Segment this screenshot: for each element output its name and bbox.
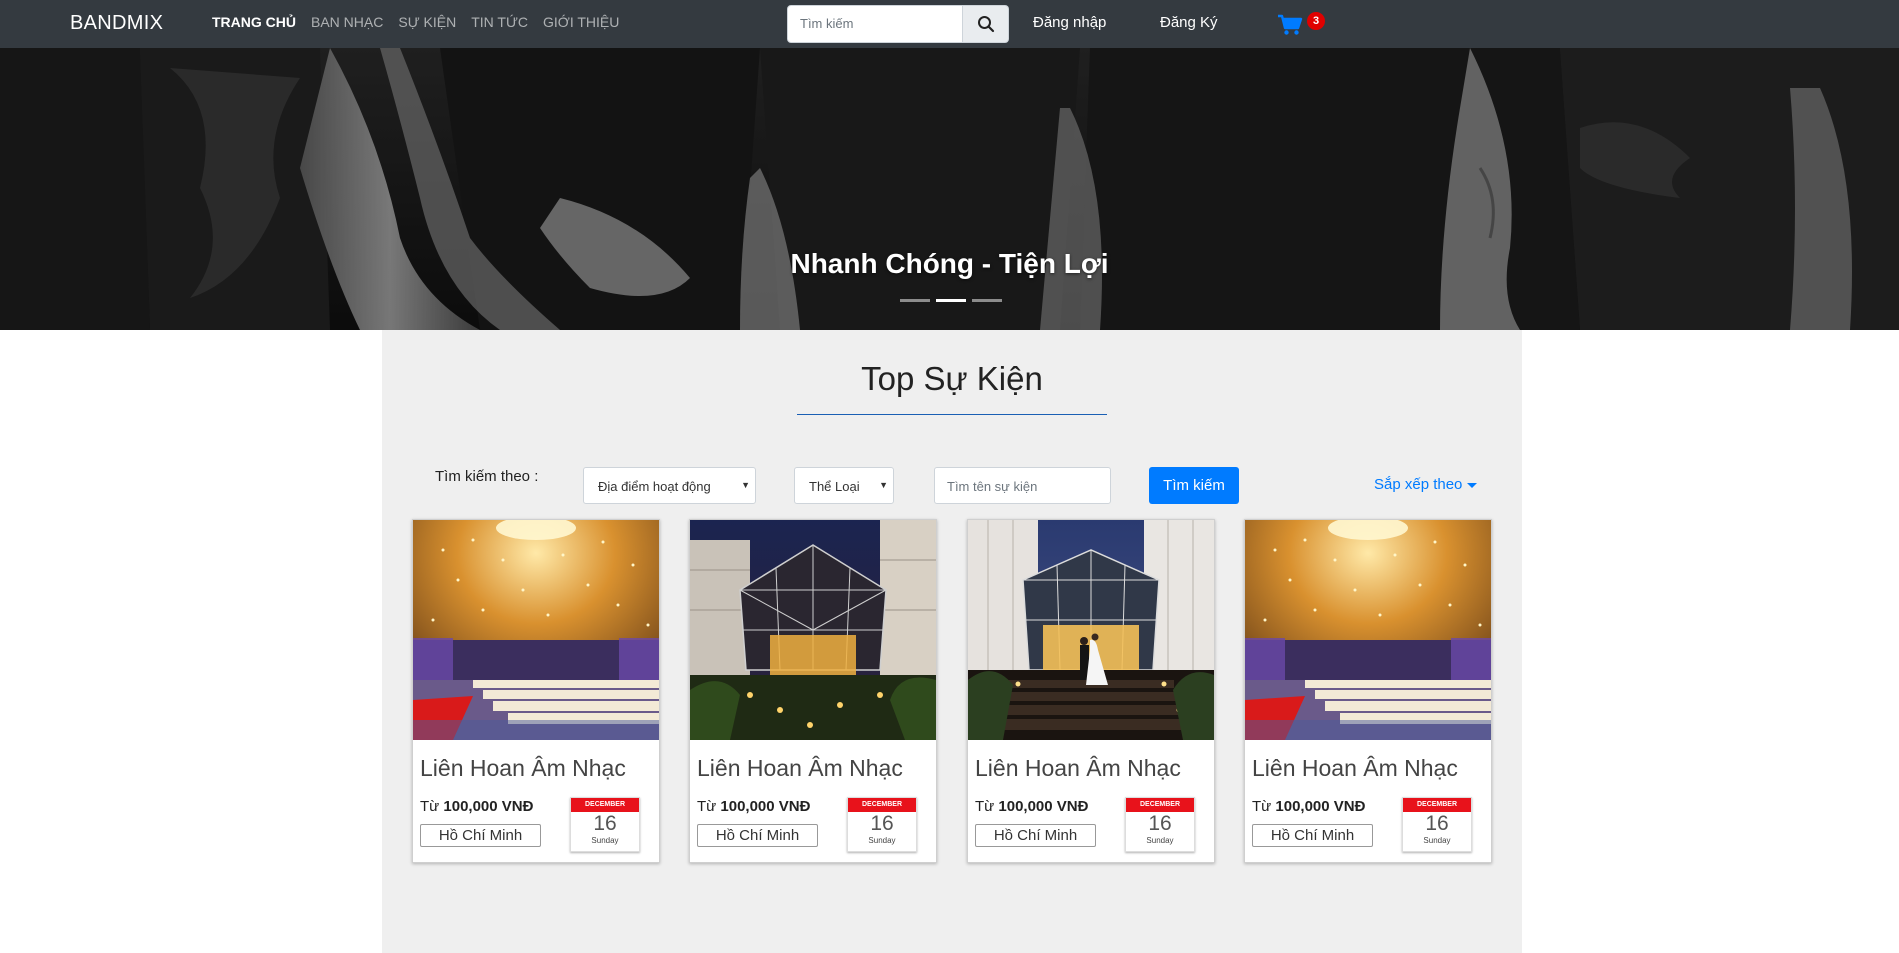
price-prefix: Từ <box>975 798 995 815</box>
event-price: Từ 100,000 VNĐ <box>697 798 810 815</box>
nav-link-home[interactable]: TRANG CHỦ <box>212 14 296 30</box>
event-location-badge: Hồ Chí Minh <box>1252 824 1373 847</box>
calendar-day: 16 <box>1148 812 1172 835</box>
cart-count-badge: 3 <box>1307 12 1325 30</box>
event-date-calendar: DECEMBER 16 Sunday <box>847 797 917 852</box>
calendar-day: 16 <box>1425 812 1449 835</box>
cart-button[interactable]: 3 <box>1277 10 1327 38</box>
calendar-month: DECEMBER <box>1403 798 1471 812</box>
event-title[interactable]: Liên Hoan Âm Nhạc <box>1252 755 1458 782</box>
calendar-month: DECEMBER <box>848 798 916 812</box>
search-icon <box>977 16 994 33</box>
price-prefix: Từ <box>1252 798 1272 815</box>
nav-link-bands[interactable]: BAN NHẠC <box>311 14 383 30</box>
event-location-badge: Hồ Chí Minh <box>975 824 1096 847</box>
calendar-month: DECEMBER <box>1126 798 1194 812</box>
sort-label: Sắp xếp theo <box>1374 476 1463 493</box>
carousel-indicator[interactable] <box>972 299 1002 302</box>
title-underline <box>797 414 1107 415</box>
calendar-weekday: Sunday <box>591 836 619 845</box>
filter-label: Tìm kiếm theo : <box>435 468 539 485</box>
event-card[interactable]: Liên Hoan Âm Nhạc Từ 100,000 VNĐ Hồ Chí … <box>1244 519 1492 863</box>
register-link[interactable]: Đăng Ký <box>1160 14 1218 31</box>
nav-search: Tìm kiếm <box>787 5 1009 43</box>
event-image-glass-entrance <box>968 520 1214 740</box>
price-prefix: Từ <box>420 798 440 815</box>
calendar-weekday: Sunday <box>1146 836 1174 845</box>
calendar-day: 16 <box>870 812 894 835</box>
hero-carousel: Nhanh Chóng - Tiện Lợi <box>0 48 1899 330</box>
calendar-month: DECEMBER <box>571 798 639 812</box>
event-image-ballroom <box>1245 520 1491 740</box>
location-select[interactable]: Địa điểm hoạt động ▼ <box>583 467 756 504</box>
hero-caption: Nhanh Chóng - Tiện Lợi <box>790 248 1109 279</box>
price-value: 100,000 VNĐ <box>720 798 811 815</box>
carousel-indicator-active[interactable] <box>936 299 966 302</box>
section-title: Top Sự Kiện <box>861 360 1043 397</box>
price-value: 100,000 VNĐ <box>443 798 534 815</box>
carousel-indicators <box>900 299 1002 302</box>
event-location-badge: Hồ Chí Minh <box>420 824 541 847</box>
calendar-weekday: Sunday <box>868 836 896 845</box>
event-image-ballroom <box>413 520 659 740</box>
nav-links: TRANG CHỦ BAN NHẠC SỰ KIỆN TIN TỨC GIỚI … <box>212 14 619 30</box>
event-card[interactable]: Liên Hoan Âm Nhạc Từ 100,000 VNĐ Hồ Chí … <box>689 519 937 863</box>
event-price: Từ 100,000 VNĐ <box>975 798 1088 815</box>
caret-down-icon: ▼ <box>879 480 888 490</box>
hero-band-image <box>0 48 1899 330</box>
shopping-cart-icon <box>1278 14 1303 35</box>
search-input[interactable]: Tìm kiếm <box>787 5 963 43</box>
calendar-day: 16 <box>593 812 617 835</box>
event-title[interactable]: Liên Hoan Âm Nhạc <box>697 755 903 782</box>
caret-down-icon <box>1467 482 1478 488</box>
nav-link-news[interactable]: TIN TỨC <box>471 14 528 30</box>
event-location-badge: Hồ Chí Minh <box>697 824 818 847</box>
event-price: Từ 100,000 VNĐ <box>420 798 533 815</box>
search-button[interactable] <box>963 5 1009 43</box>
nav-link-about[interactable]: GIỚI THIỆU <box>543 14 619 30</box>
event-image-glass-pavilion <box>690 520 936 740</box>
genre-select-value: Thể Loại <box>809 479 860 494</box>
caret-down-icon: ▼ <box>741 480 750 490</box>
login-link[interactable]: Đăng nhập <box>1033 14 1106 31</box>
location-select-value: Địa điểm hoạt động <box>598 479 711 494</box>
navbar: BANDMIX TRANG CHỦ BAN NHẠC SỰ KIỆN TIN T… <box>0 0 1899 48</box>
price-prefix: Từ <box>697 798 717 815</box>
event-date-calendar: DECEMBER 16 Sunday <box>1402 797 1472 852</box>
top-events-section: Top Sự Kiện Tìm kiếm theo : Địa điểm hoạ… <box>382 330 1522 953</box>
event-name-input[interactable]: Tìm tên sự kiện <box>934 467 1111 504</box>
event-price: Từ 100,000 VNĐ <box>1252 798 1365 815</box>
price-value: 100,000 VNĐ <box>998 798 1089 815</box>
calendar-weekday: Sunday <box>1423 836 1451 845</box>
nav-link-events[interactable]: SỰ KIỆN <box>398 14 456 30</box>
brand-logo[interactable]: BANDMIX <box>70 12 163 35</box>
event-title[interactable]: Liên Hoan Âm Nhạc <box>420 755 626 782</box>
event-title[interactable]: Liên Hoan Âm Nhạc <box>975 755 1181 782</box>
event-card[interactable]: Liên Hoan Âm Nhạc Từ 100,000 VNĐ Hồ Chí … <box>412 519 660 863</box>
genre-select[interactable]: Thể Loại ▼ <box>794 467 894 504</box>
sort-dropdown[interactable]: Sắp xếp theo <box>1374 476 1478 493</box>
event-date-calendar: DECEMBER 16 Sunday <box>1125 797 1195 852</box>
event-card[interactable]: Liên Hoan Âm Nhạc Từ 100,000 VNĐ Hồ Chí … <box>967 519 1215 863</box>
event-date-calendar: DECEMBER 16 Sunday <box>570 797 640 852</box>
price-value: 100,000 VNĐ <box>1275 798 1366 815</box>
search-events-button[interactable]: Tìm kiếm <box>1149 467 1239 504</box>
carousel-indicator[interactable] <box>900 299 930 302</box>
